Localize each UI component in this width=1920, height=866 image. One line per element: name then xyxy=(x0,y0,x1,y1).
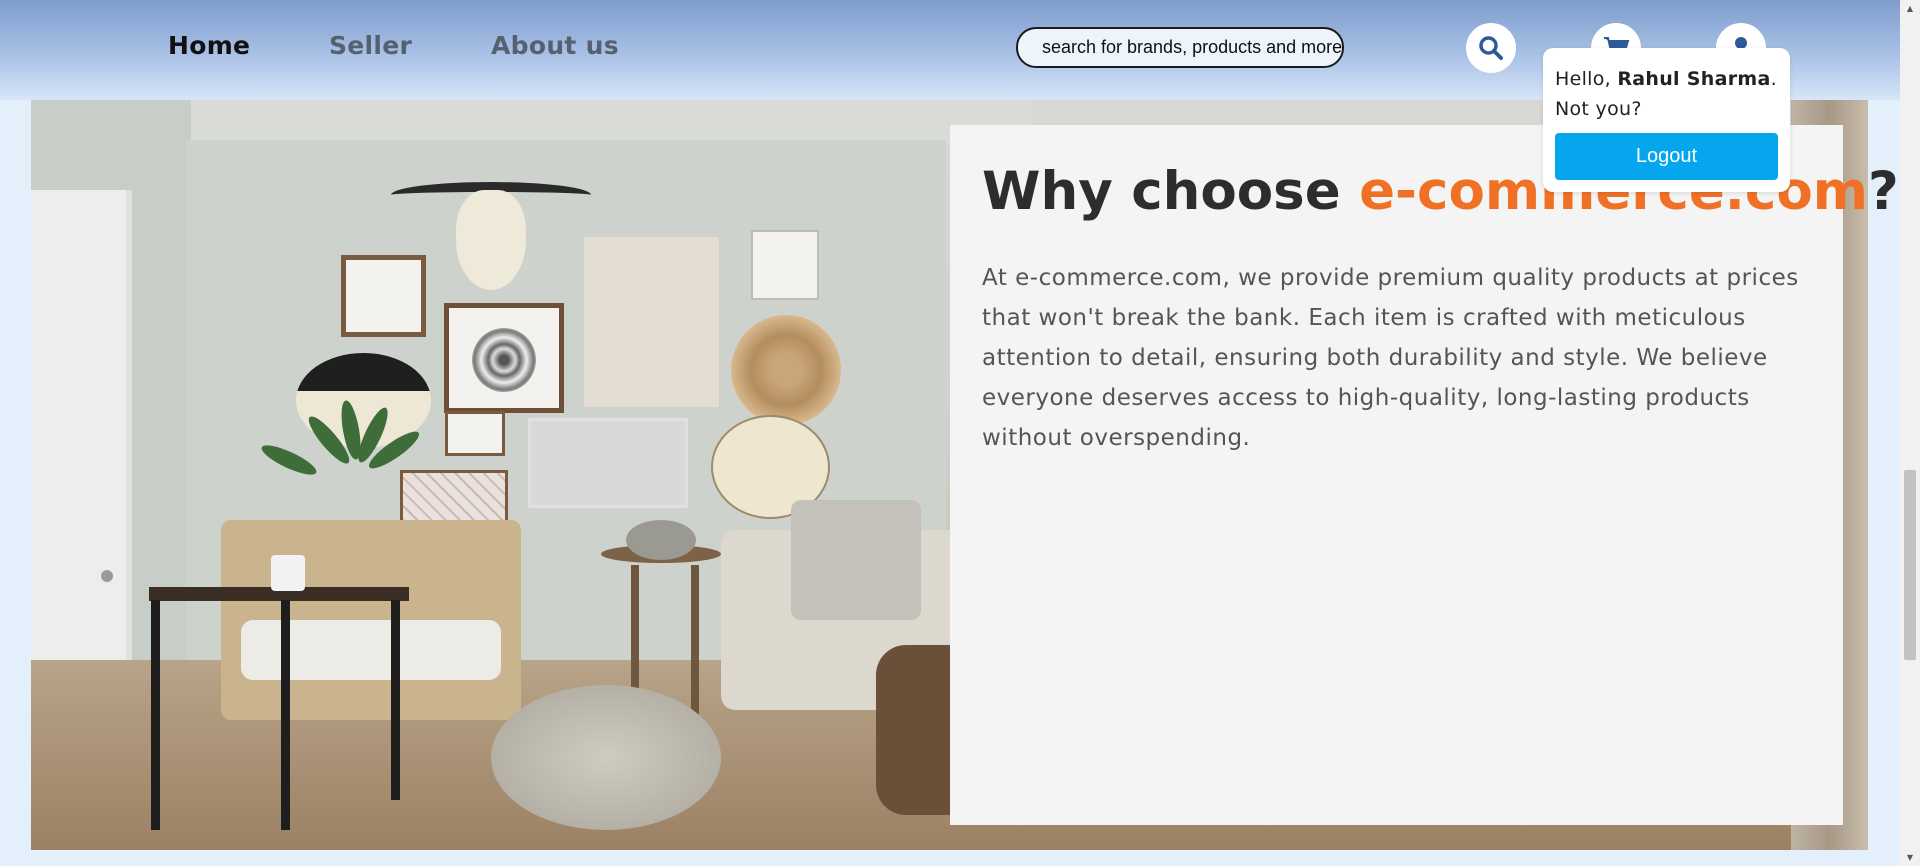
scroll-thumb[interactable] xyxy=(1904,470,1916,660)
nav-about-link[interactable]: About us xyxy=(491,31,619,60)
scroll-up-arrow-icon[interactable]: ▲ xyxy=(1900,0,1920,17)
greeting-label: Hello, xyxy=(1555,68,1611,90)
user-name: Rahul Sharma xyxy=(1617,68,1771,90)
page-scrollbar[interactable]: ▲ ▼ xyxy=(1900,0,1920,866)
greeting-text: Hello, Rahul Sharma. Not you? xyxy=(1555,64,1785,124)
search-icon xyxy=(1479,36,1503,60)
title-suffix: ? xyxy=(1867,161,1899,222)
nav-home-link[interactable]: Home xyxy=(168,31,250,60)
card-description: At e-commerce.com, we provide premium qu… xyxy=(982,265,1799,451)
why-choose-card: Why choose e-commerce.com? At e-commerce… xyxy=(950,125,1899,825)
not-you-link[interactable]: Not you? xyxy=(1555,98,1642,120)
title-prefix: Why choose xyxy=(982,161,1360,222)
user-dropdown: Hello, Rahul Sharma. Not you? Logout xyxy=(1543,48,1790,192)
greeting-suffix: . xyxy=(1770,68,1777,90)
search-button[interactable] xyxy=(1466,23,1516,73)
search-input[interactable] xyxy=(1016,27,1344,68)
logout-button[interactable]: Logout xyxy=(1555,133,1778,180)
scroll-down-arrow-icon[interactable]: ▼ xyxy=(1900,849,1920,866)
nav-seller-link[interactable]: Seller xyxy=(329,31,412,60)
